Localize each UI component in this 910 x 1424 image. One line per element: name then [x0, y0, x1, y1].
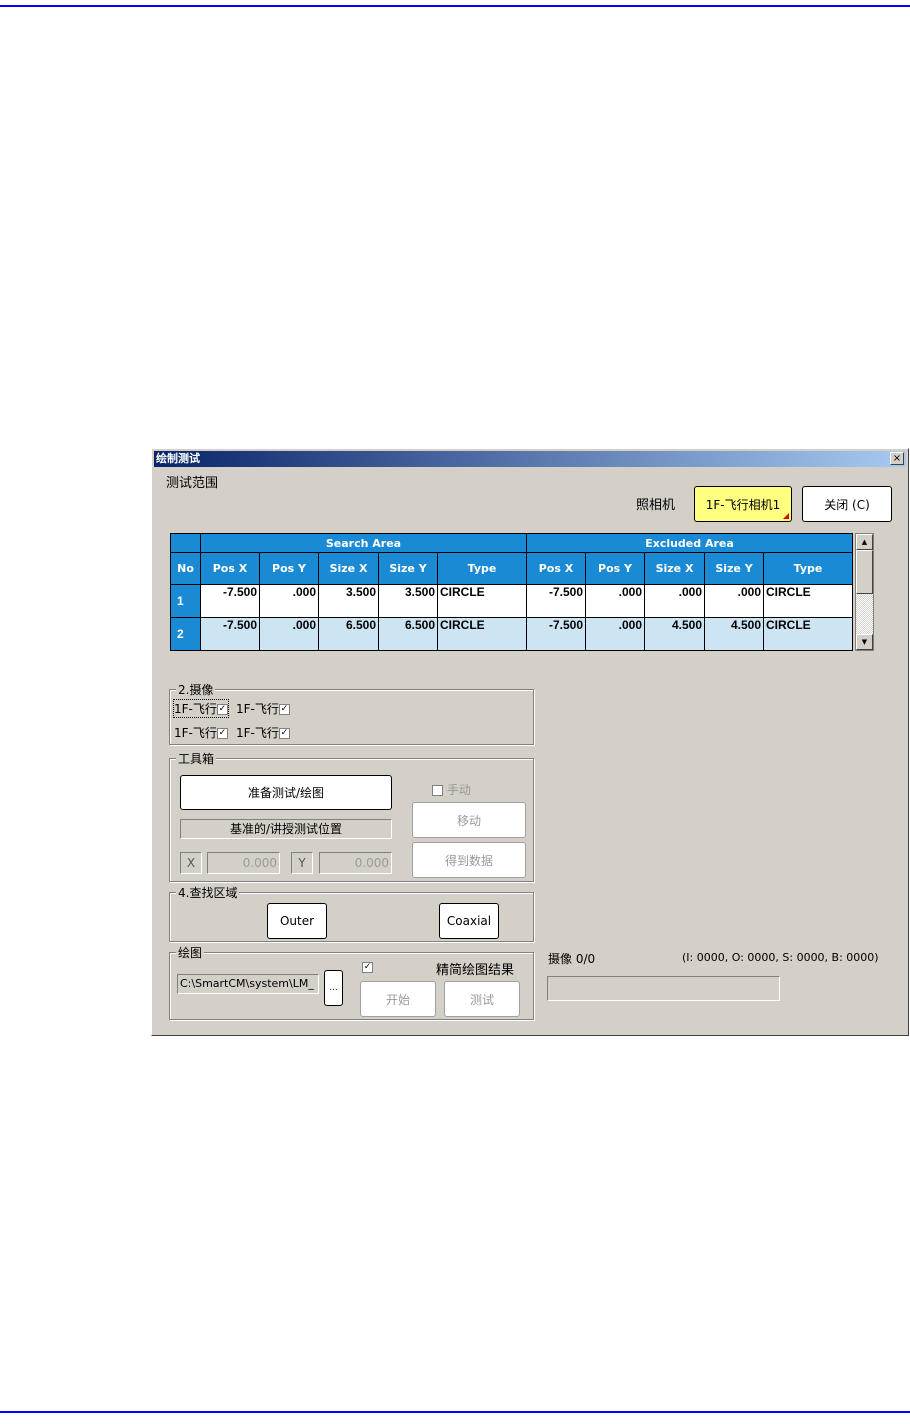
table-cell[interactable]: 3.500 [318, 584, 379, 618]
column-header: Size X [644, 552, 705, 585]
coaxial-button[interactable]: Coaxial [439, 903, 499, 939]
outer-button[interactable]: Outer [267, 903, 327, 939]
column-header: Type [437, 552, 527, 585]
table-cell[interactable]: .000 [585, 617, 645, 651]
table-cell[interactable]: .000 [644, 584, 705, 618]
table-cell[interactable]: .000 [259, 617, 319, 651]
start-button[interactable]: 开始 [360, 981, 436, 1017]
manual-label: 手动 [446, 783, 471, 797]
browse-button[interactable]: ... [324, 970, 343, 1006]
camera-checkbox[interactable]: 1F-飞行 ✓ [174, 724, 228, 741]
capture-status: 摄像 0/0 [548, 952, 596, 966]
dropdown-corner-icon [783, 513, 789, 519]
toolbox-group: 工具箱 准备测试/绘图 基准的/讲授测试位置 X 0.000 Y 0.000 手… [169, 750, 534, 882]
x-label: X [180, 852, 202, 874]
group-header-search: Search Area [200, 533, 527, 553]
table-cell[interactable]: -7.500 [200, 617, 260, 651]
column-header: Pos X [526, 552, 586, 585]
range-label: 测试范围 [166, 476, 219, 491]
top-rule [0, 5, 910, 7]
table-cell[interactable]: CIRCLE [437, 617, 527, 651]
search-region-label: 4.查找区域 [176, 884, 240, 901]
x-input[interactable]: 0.000 [207, 852, 280, 874]
camera-label: 照相机 [636, 498, 676, 513]
table-cell[interactable]: 6.500 [378, 617, 438, 651]
table-cell[interactable]: -7.500 [200, 584, 260, 618]
search-region-group: 4.查找区域 Outer Coaxial [169, 884, 534, 942]
area-table: Search Area Excluded Area No Pos X Pos Y Si… [170, 533, 853, 651]
bottom-rule [0, 1411, 910, 1413]
column-header: Pos Y [585, 552, 645, 585]
drawing-path-input[interactable]: C:\SmartCM\system\LM_ [177, 974, 319, 994]
manual-check-icon [432, 785, 443, 796]
check-icon: ✓ [278, 704, 290, 715]
column-header: Pos X [200, 552, 260, 585]
y-label: Y [291, 852, 313, 874]
check-icon: ✓ [216, 728, 228, 739]
camera-checkbox[interactable]: 1F-飞行 ✓ [236, 700, 290, 717]
table-cell[interactable]: 3.500 [378, 584, 438, 618]
toolbox-label: 工具箱 [176, 750, 217, 767]
column-header: No [170, 552, 201, 585]
table-cell[interactable]: .000 [585, 584, 645, 618]
manual-checkbox[interactable]: 手动 [432, 781, 471, 798]
test-button[interactable]: 测试 [444, 981, 520, 1017]
table-cell[interactable]: .000 [704, 584, 764, 618]
column-header: Size X [318, 552, 379, 585]
table-row[interactable]: 2 -7.500.000 6.500 6.500 CIRCLE -7.500.000 4.5… [170, 617, 853, 651]
table-cell[interactable]: 6.500 [318, 617, 379, 651]
column-header: Size Y [378, 552, 438, 585]
table-cell[interactable]: 4.500 [644, 617, 705, 651]
group-header-excluded: Excluded Area [526, 533, 853, 553]
table-cell[interactable]: CIRCLE [763, 617, 853, 651]
table-cell[interactable]: -7.500 [526, 584, 586, 618]
dialog-title: 绘制测试 [156, 452, 200, 465]
scroll-thumb[interactable] [856, 550, 873, 594]
title-bar: 绘制测试 × [154, 451, 906, 467]
get-data-button[interactable]: 得到数据 [412, 842, 526, 878]
table-cell[interactable]: -7.500 [526, 617, 586, 651]
camera-value: 1F-飞行相机1 [705, 497, 781, 512]
reference-position-button[interactable]: 基准的/讲授测试位置 [180, 819, 392, 839]
capture-group-label: 2.摄像 [176, 681, 216, 698]
simplify-checkbox[interactable]: ✓ [362, 962, 373, 973]
camera-checkbox[interactable]: 1F-飞行 ✓ [236, 724, 290, 741]
capture-group: 2.摄像 1F-飞行 ✓ 1F-飞行 ✓ 1F-飞行 ✓ 1F-飞行 ✓ [169, 681, 534, 745]
drawing-group: 绘图 C:\SmartCM\system\LM_ ... ✓ 精简绘图结果 开始… [169, 944, 534, 1020]
move-button[interactable]: 移动 [412, 802, 526, 838]
table-cell[interactable]: CIRCLE [763, 584, 853, 618]
counts-status: (I: 0000, O: 0000, S: 0000, B: 0000) [682, 951, 879, 964]
table-cell[interactable]: 4.500 [704, 617, 764, 651]
y-input[interactable]: 0.000 [319, 852, 392, 874]
progress-bar [547, 976, 780, 1001]
column-header: Type [763, 552, 853, 585]
camera-select-button[interactable]: 1F-飞行相机1 [694, 486, 792, 522]
check-icon: ✓ [216, 704, 228, 715]
table-cell[interactable]: CIRCLE [437, 584, 527, 618]
simplify-label: 精简绘图结果 [436, 963, 515, 978]
camera-checkbox[interactable]: 1F-飞行 ✓ [173, 699, 229, 718]
table-scrollbar[interactable]: ▲ ▼ [855, 533, 874, 651]
table-cell[interactable]: .000 [259, 584, 319, 618]
check-icon: ✓ [278, 728, 290, 739]
close-button[interactable]: 关闭 (C) [802, 486, 892, 522]
column-header: Pos Y [259, 552, 319, 585]
prepare-test-button[interactable]: 准备测试/绘图 [180, 775, 392, 810]
row-number[interactable]: 2 [170, 617, 201, 651]
camera-checkbox-label: 1F-飞行 [174, 702, 217, 716]
camera-checkbox-label: 1F-飞行 [236, 726, 279, 740]
scroll-down-icon[interactable]: ▼ [856, 634, 873, 650]
camera-checkbox-label: 1F-飞行 [236, 702, 279, 716]
draw-test-dialog: 绘制测试 × 测试范围 照相机 1F-飞行相机1 关闭 (C) Search A… [151, 448, 909, 1036]
table-row[interactable]: 1 -7.500.000 3.500 3.500 CIRCLE -7.500.000.00… [170, 584, 853, 618]
column-header: Size Y [704, 552, 764, 585]
drawing-label: 绘图 [176, 944, 205, 961]
scroll-up-icon[interactable]: ▲ [856, 534, 873, 550]
close-icon[interactable]: × [890, 452, 904, 465]
camera-checkbox-label: 1F-飞行 [174, 726, 217, 740]
row-number[interactable]: 1 [170, 584, 201, 618]
